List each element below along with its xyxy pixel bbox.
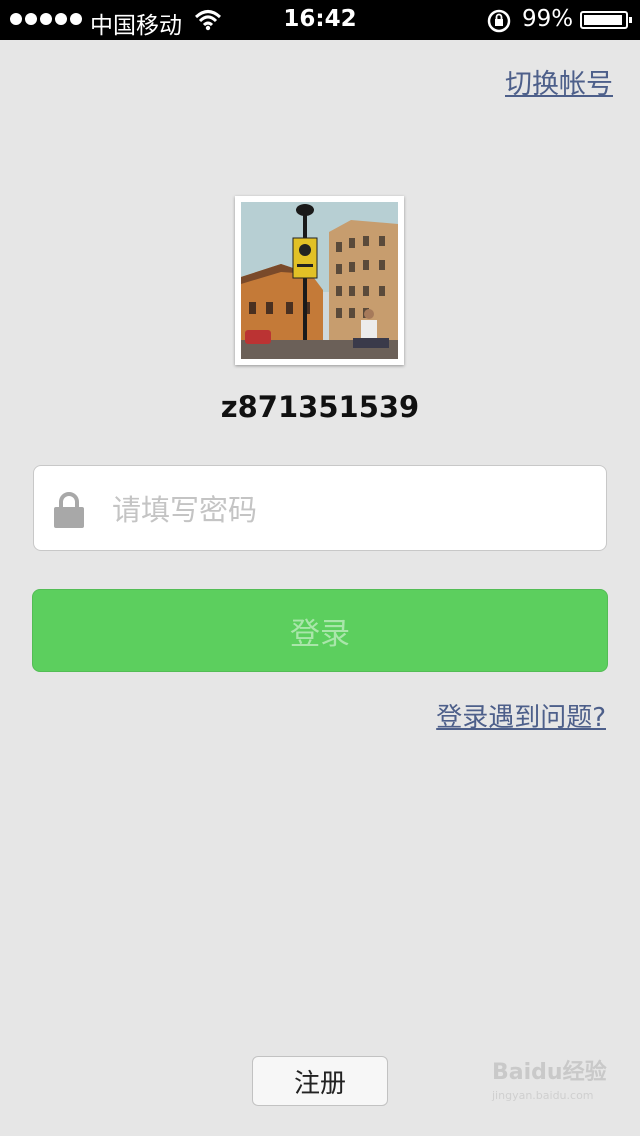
rotation-lock-icon bbox=[487, 9, 511, 33]
password-input[interactable] bbox=[110, 484, 584, 536]
switch-account-link[interactable]: 切换帐号 bbox=[505, 62, 613, 101]
watermark-url: jingyan.baidu.com bbox=[492, 1089, 594, 1102]
avatar-photo bbox=[241, 202, 398, 359]
avatar bbox=[235, 196, 404, 365]
lock-icon bbox=[54, 492, 84, 528]
password-field-container[interactable] bbox=[33, 465, 607, 551]
login-problem-link[interactable]: 登录遇到问题? bbox=[436, 697, 606, 734]
battery-percent: 99% bbox=[522, 6, 574, 32]
username-label: z871351539 bbox=[220, 390, 420, 424]
register-button[interactable]: 注册 bbox=[252, 1056, 388, 1106]
watermark-brand: Baidu经验 bbox=[492, 1060, 607, 1085]
battery-icon bbox=[580, 11, 632, 29]
login-button[interactable]: 登录 bbox=[32, 589, 608, 672]
status-bar: 中国移动 16:42 99% bbox=[0, 0, 640, 40]
watermark-logo: Baidu经验 jingyan.baidu.com bbox=[492, 1060, 607, 1102]
